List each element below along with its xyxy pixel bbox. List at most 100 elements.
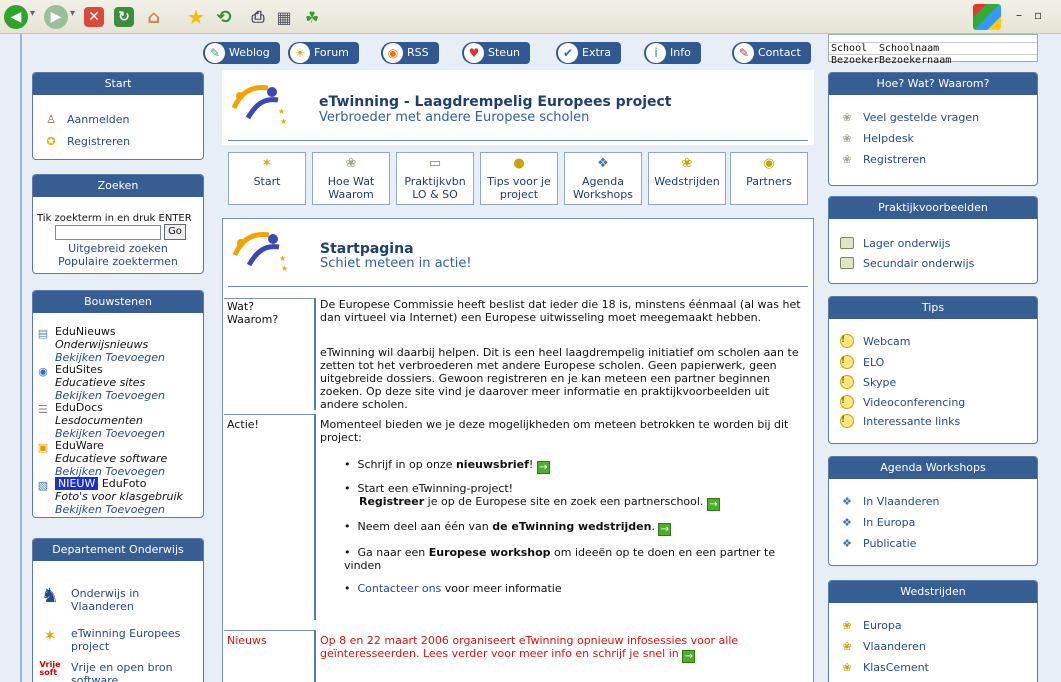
right-register-link[interactable]: ❀ Registreren: [839, 151, 926, 167]
home-icon[interactable]: ⌂: [142, 5, 166, 29]
dept-link-etwinning[interactable]: ✶ eTwinning Europees project: [37, 626, 191, 654]
edusites-link[interactable]: EduSites: [55, 363, 165, 376]
register-link[interactable]: ✪ Registreren: [43, 133, 130, 149]
edufoto-actions[interactable]: Bekijken Toevoegen: [55, 503, 183, 516]
login-link[interactable]: ♙ Aanmelden: [43, 111, 129, 127]
nav-extra[interactable]: ✔ Extra: [556, 42, 622, 64]
minimize-button[interactable]: –: [1016, 8, 1022, 22]
contest-vlaanderen-label: Vlaanderen: [863, 639, 926, 653]
edufoto-link[interactable]: EduFoto: [102, 477, 147, 490]
tab-agenda[interactable]: ❖ Agenda Workshops: [564, 152, 642, 205]
faq-box-title: Hoe? Wat? Waarom?: [829, 73, 1037, 95]
search-input[interactable]: [55, 225, 161, 240]
arrow-right-icon[interactable]: →: [706, 498, 720, 511]
tab-tips[interactable]: ● Tips voor je project: [480, 152, 558, 205]
arrow-right-icon[interactable]: →: [658, 523, 672, 536]
tip-links[interactable]: ! Interessante links: [839, 413, 960, 429]
nav-forum[interactable]: ☀ Forum: [288, 42, 359, 64]
edudocs-sub: Lesdocumenten: [55, 414, 143, 427]
lightbulb-icon: !: [840, 334, 854, 348]
agenda-vlaanderen-link[interactable]: ❖ In Vlaanderen: [839, 493, 939, 509]
list-item: ▧ NIEUW EduFoto Foto's voor klasgebruik Be…: [35, 477, 201, 516]
forward-dropdown-icon[interactable]: ▾: [70, 8, 78, 24]
nav-steun[interactable]: ♥ Steun: [462, 42, 531, 64]
tab-hoe-wat-waarom[interactable]: ❀ Hoe Wat Waarom: [312, 152, 390, 205]
row-vline: [314, 630, 316, 682]
edunieuws-link[interactable]: EduNieuws: [55, 325, 165, 338]
row-vline: [314, 414, 316, 620]
workshop-link[interactable]: Europese workshop: [429, 546, 551, 559]
agenda-publicatie-link[interactable]: ❖ Publicatie: [839, 535, 916, 551]
search-go-button[interactable]: Go: [164, 224, 186, 240]
tab-start[interactable]: ✶ Start: [228, 152, 306, 205]
print-icon[interactable]: ⎙: [246, 5, 270, 29]
contests-box-title: Wedstrijden: [829, 581, 1037, 603]
contest-vlaanderen-link[interactable]: ❀ Vlaanderen: [839, 638, 926, 654]
tip-video[interactable]: ! Videoconferencing: [839, 394, 965, 410]
history-icon[interactable]: ⟲: [212, 5, 236, 29]
tab-praktijkvbn[interactable]: ▭ Praktijkvbn LO & SO: [396, 152, 474, 205]
contest-klascement-link[interactable]: ❀ KlasCement: [839, 659, 929, 675]
list-item: ☰ EduDocs Lesdocumenten Bekijken Toevoegen: [35, 401, 201, 440]
tab-partners[interactable]: ◉ Partners: [730, 152, 808, 205]
tip-webcam[interactable]: ! Webcam: [839, 333, 911, 349]
registreer-link[interactable]: Registreer: [359, 495, 424, 508]
stop-icon[interactable]: ✕: [84, 7, 104, 27]
eduware-link[interactable]: EduWare: [55, 439, 167, 452]
helpdesk-link[interactable]: ❀ Helpdesk: [839, 130, 914, 146]
tab-tips-label: Tips voor je: [487, 175, 551, 188]
tip-links-label: Interessante links: [863, 414, 961, 428]
popular-terms-link[interactable]: Populaire zoektermen: [33, 255, 203, 268]
tip-elo[interactable]: ! ELO: [839, 354, 884, 370]
nav-info[interactable]: i Info: [644, 42, 701, 64]
dept-link-software[interactable]: Vrije soft Vrije en open bron software: [37, 661, 191, 682]
contest-icon: ❀: [842, 639, 852, 653]
favorites-icon[interactable]: ★: [184, 5, 208, 29]
messenger-icon[interactable]: ☘: [300, 5, 324, 29]
browser-toolbar: ◀ ▾ ▶ ▾ ✕ ↻ ⌂ ★ ⟲ ⎙ ▦ ☘ – ▫: [0, 0, 1061, 34]
arrow-right-icon[interactable]: →: [682, 650, 696, 663]
tab-wedstrijden[interactable]: ❀ Wedstrijden: [648, 152, 726, 205]
edit-icon[interactable]: ▦: [272, 5, 296, 29]
arrow-right-icon[interactable]: →: [536, 461, 550, 474]
secundair-onderwijs-link[interactable]: Secundair onderwijs: [839, 255, 974, 271]
bullet-contact: • Contacteer ons voor meer informatie: [344, 582, 562, 595]
back-icon[interactable]: ◀: [4, 5, 28, 29]
refresh-icon[interactable]: ↻: [114, 7, 134, 27]
lager-onderwijs-link[interactable]: Lager onderwijs: [839, 235, 950, 251]
wedstrijden-link[interactable]: de eTwinning wedstrijden: [492, 520, 651, 533]
tip-skype[interactable]: ! Skype: [839, 374, 896, 390]
tab-start-label: Start: [253, 175, 281, 188]
nav-rss[interactable]: ◉ RSS: [381, 42, 439, 64]
list-item: ▣ EduWare Educatieve software Bekijken Toe…: [35, 439, 201, 478]
agenda-europa-link[interactable]: ❖ In Europa: [839, 514, 915, 530]
faq-link[interactable]: ❀ Veel gestelde vragen: [839, 109, 979, 125]
search-box-title: Zoeken: [33, 175, 203, 197]
contest-icon: ❀: [842, 618, 852, 632]
wat-paragraph-1: De Europese Commissie heeft beslist dat …: [320, 298, 801, 324]
tip-elo-label: ELO: [863, 355, 885, 369]
forward-icon[interactable]: ▶: [44, 5, 68, 29]
contest-europa-link[interactable]: ❀ Europa: [839, 617, 901, 633]
nieuwsbrief-link[interactable]: nieuwsbrief: [456, 458, 529, 471]
nav-weblog-label: Weblog: [229, 46, 270, 59]
dept-link-vlaanderen[interactable]: ♞ Onderwijs in Vlaanderen: [37, 583, 181, 613]
advanced-search-link[interactable]: Uitgebreid zoeken: [33, 242, 203, 255]
back-dropdown-icon[interactable]: ▾: [30, 8, 38, 24]
lion-icon: ♞: [41, 583, 59, 607]
edufoto-sub: Foto's voor klasgebruik: [55, 490, 183, 503]
content-panel: ★ ★ Startpagina Schiet meteen in actie!: [222, 218, 814, 682]
nav-contact-label: Contact: [758, 46, 801, 59]
news-label: Nieuws: [227, 634, 267, 647]
nav-weblog[interactable]: ✎ Weblog: [203, 42, 280, 64]
edudocs-link[interactable]: EduDocs: [55, 401, 165, 414]
faq-box: Hoe? Wat? Waarom? ❀ Veel gestelde vragen …: [828, 72, 1038, 186]
blocks-box: Bouwstenen ▤ EduNieuws Onderwijsnieuws Bek…: [32, 290, 204, 518]
nav-forum-label: Forum: [314, 46, 349, 59]
restore-button[interactable]: ▫: [1034, 8, 1042, 22]
contacteer-link[interactable]: Contacteer ons: [357, 582, 441, 595]
search-box: Zoeken Tik zoekterm in en druk ENTER Go …: [32, 174, 204, 274]
nav-contact[interactable]: ✎ Contact: [732, 42, 811, 64]
forum-icon: ☀: [290, 43, 310, 63]
b1-pre: Schrijf in op onze: [357, 458, 456, 471]
